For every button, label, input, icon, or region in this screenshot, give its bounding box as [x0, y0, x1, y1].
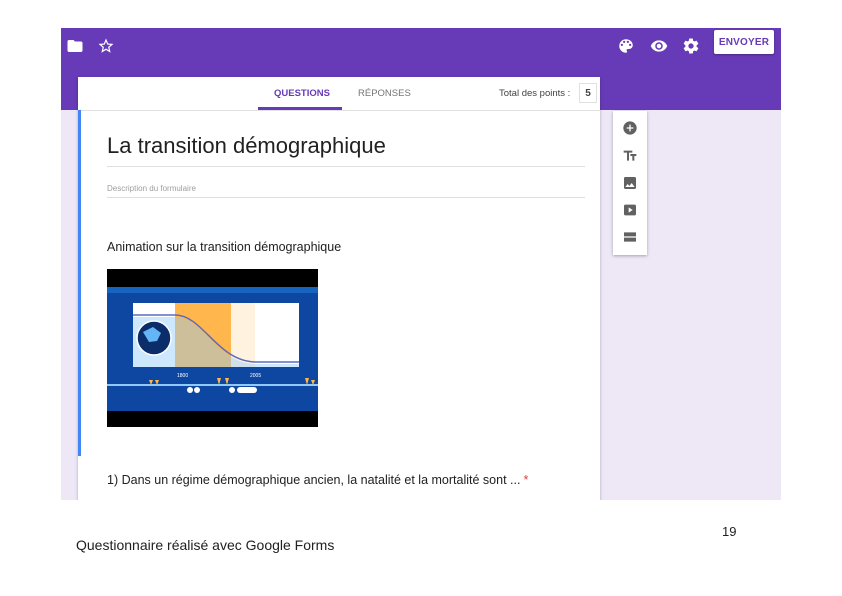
- question-1-text: 1) Dans un régime démographique ancien, …: [107, 473, 521, 487]
- slide-caption: Questionnaire réalisé avec Google Forms: [76, 537, 335, 553]
- section-icon[interactable]: [621, 228, 639, 246]
- tab-questions[interactable]: QUESTIONS: [274, 88, 330, 99]
- folder-icon[interactable]: [63, 34, 87, 58]
- image-icon[interactable]: [621, 174, 639, 192]
- tab-bar: QUESTIONS RÉPONSES Total des points : 5: [78, 77, 600, 111]
- video-axis-label-1800: 1800: [177, 373, 188, 379]
- tab-responses[interactable]: RÉPONSES: [358, 88, 411, 99]
- title-underline: [107, 166, 585, 167]
- video-thumbnail[interactable]: 1800 2005: [107, 269, 318, 427]
- active-section-indicator: [78, 110, 81, 456]
- palette-icon[interactable]: [614, 34, 638, 58]
- side-toolbar: [613, 111, 647, 255]
- google-forms-screenshot: ENVOYER QUESTIONS RÉPONSES Total des poi…: [61, 28, 781, 500]
- gear-icon[interactable]: [679, 34, 703, 58]
- send-button[interactable]: ENVOYER: [714, 30, 774, 54]
- description-underline: [107, 197, 585, 198]
- required-marker: *: [523, 473, 529, 487]
- active-tab-indicator: [258, 107, 342, 110]
- eye-icon[interactable]: [647, 34, 671, 58]
- form-card: QUESTIONS RÉPONSES Total des points : 5 …: [78, 77, 600, 500]
- total-points-label: Total des points :: [499, 88, 571, 99]
- question-1[interactable]: 1) Dans un régime démographique ancien, …: [107, 473, 528, 487]
- add-question-icon[interactable]: [621, 119, 639, 137]
- title-text-icon[interactable]: [621, 147, 639, 165]
- video-axis-label-2005: 2005: [250, 373, 261, 379]
- total-points-value: 5: [579, 83, 597, 103]
- video-icon[interactable]: [621, 201, 639, 219]
- form-title[interactable]: La transition démographique: [107, 133, 386, 159]
- form-description-field[interactable]: Description du formulaire: [107, 184, 196, 193]
- page-number: 19: [722, 524, 737, 539]
- star-icon[interactable]: [94, 34, 118, 58]
- video-title: Animation sur la transition démographiqu…: [107, 240, 342, 254]
